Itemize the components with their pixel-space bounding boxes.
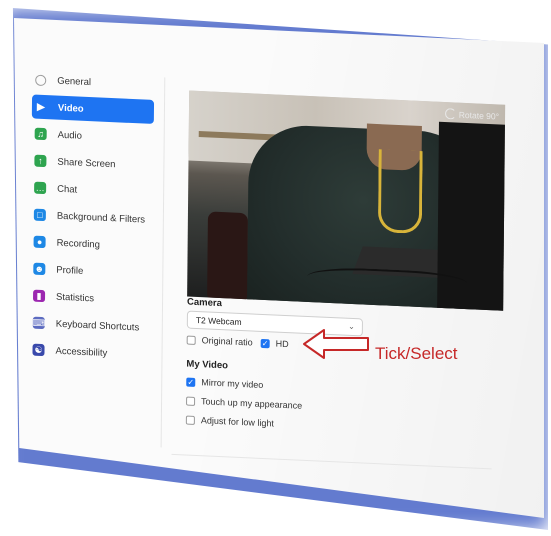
settings-content: General ▶ Video ♫ Audio ↑ Share Screen …… <box>0 0 551 536</box>
sidebar-item-label: Keyboard Shortcuts <box>55 318 140 333</box>
original-ratio-option[interactable]: Original ratio <box>186 335 253 348</box>
sidebar-item-label: Background & Filters <box>56 210 146 226</box>
sidebar-item-label: Accessibility <box>55 345 108 359</box>
settings-sidebar: General ▶ Video ♫ Audio ↑ Share Screen …… <box>29 67 155 369</box>
sidebar-item-recording[interactable]: ● Recording <box>30 229 152 258</box>
sidebar-item-label: Audio <box>57 129 83 142</box>
section-divider <box>171 453 492 470</box>
my-video-heading: My Video <box>186 358 229 372</box>
sidebar-item-audio[interactable]: ♫ Audio <box>32 121 154 150</box>
touch-up-option[interactable]: Touch up my appearance <box>186 396 302 411</box>
sidebar-item-background-filters[interactable]: □ Background & Filters <box>31 202 153 231</box>
rotate-label: Rotate 90° <box>458 109 500 121</box>
original-ratio-checkbox[interactable] <box>186 335 196 345</box>
sidebar-item-label: Video <box>57 102 84 115</box>
sidebar-item-statistics[interactable]: ▮ Statistics <box>30 283 152 312</box>
camera-heading: Camera <box>187 296 222 310</box>
rotate-button[interactable]: Rotate 90° <box>444 108 500 121</box>
share-screen-icon: ↑ <box>34 154 47 168</box>
hd-label: HD <box>275 338 289 350</box>
hd-checkbox[interactable]: ✓ <box>260 338 270 348</box>
sidebar-item-chat[interactable]: … Chat <box>31 175 153 204</box>
hd-option[interactable]: ✓ HD <box>260 338 289 350</box>
mirror-video-checkbox[interactable]: ✓ <box>186 377 196 387</box>
sidebar-item-share-screen[interactable]: ↑ Share Screen <box>31 148 153 177</box>
video-icon: ▶ <box>37 101 45 113</box>
statistics-icon: ▮ <box>33 289 46 303</box>
sidebar-item-label: Chat <box>57 183 78 196</box>
profile-icon: ☻ <box>33 262 46 276</box>
sidebar-item-keyboard-shortcuts[interactable]: ⌨ Keyboard Shortcuts <box>30 310 152 339</box>
sidebar-item-accessibility[interactable]: ☯ Accessibility <box>29 337 151 366</box>
touch-up-checkbox[interactable] <box>186 396 196 406</box>
background-icon: □ <box>33 208 46 222</box>
sidebar-item-general[interactable]: General <box>32 67 154 96</box>
camera-preview: Rotate 90° <box>187 90 506 311</box>
original-ratio-label: Original ratio <box>201 335 253 348</box>
headphones-icon: ♫ <box>34 127 47 141</box>
rotate-icon <box>444 108 456 120</box>
sidebar-item-video[interactable]: ▶ Video <box>31 94 155 124</box>
sidebar-item-label: General <box>57 75 92 88</box>
lanyard <box>377 149 423 235</box>
sidebar-item-label: Statistics <box>56 291 95 304</box>
gear-icon <box>35 74 47 86</box>
sidebar-divider <box>160 77 166 448</box>
mirror-video-option[interactable]: ✓ Mirror my video <box>186 377 263 390</box>
mirror-video-label: Mirror my video <box>201 377 264 391</box>
low-light-label: Adjust for low light <box>200 415 274 429</box>
low-light-option[interactable]: Adjust for low light <box>185 415 274 429</box>
screenshot-stage: General ▶ Video ♫ Audio ↑ Share Screen …… <box>0 0 551 536</box>
chat-icon: … <box>34 181 47 195</box>
sidebar-item-label: Share Screen <box>57 156 116 170</box>
keyboard-icon: ⌨ <box>32 316 46 330</box>
sidebar-item-profile[interactable]: ☻ Profile <box>30 256 152 285</box>
sidebar-item-label: Profile <box>56 264 84 277</box>
recording-icon: ● <box>33 235 46 249</box>
annotation-label: Tick/Select <box>375 344 458 363</box>
touch-up-label: Touch up my appearance <box>201 396 303 411</box>
camera-select-value: T2 Webcam <box>195 314 242 328</box>
accessibility-icon: ☯ <box>32 343 45 357</box>
low-light-checkbox[interactable] <box>185 415 195 425</box>
annotation-arrow-icon <box>303 329 369 359</box>
sidebar-item-label: Recording <box>56 237 100 251</box>
